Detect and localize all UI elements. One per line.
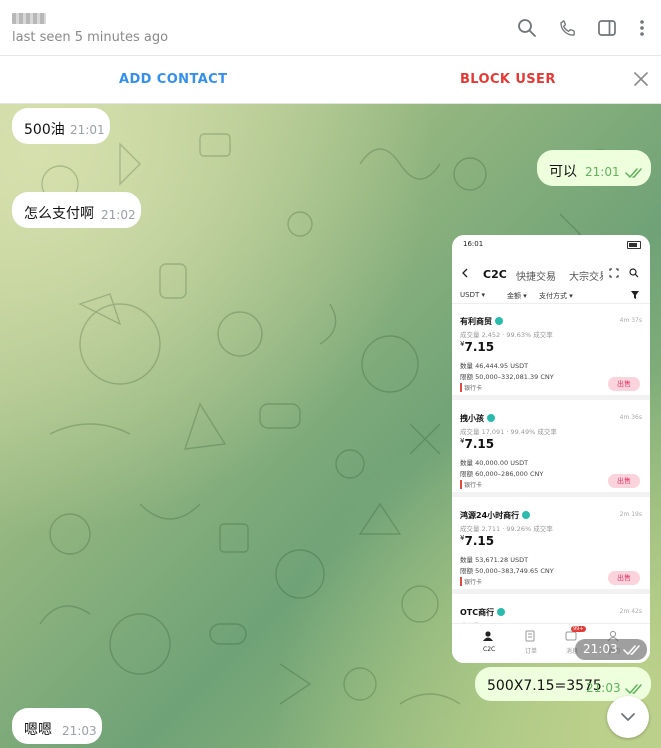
message-time: 21:02 (101, 208, 136, 222)
tab-bulk-trade[interactable]: 大宗交易 (569, 268, 603, 283)
contact-action-bar: ADD CONTACT BLOCK USER (0, 56, 661, 104)
search-icon[interactable] (515, 16, 539, 40)
merchant-stats: 成交量 2,711 · 99.26% 成交率 (460, 525, 553, 533)
offer-card[interactable]: 鸿源24小时商行 2m 19s 成交量 2,711 · 99.26% 成交率 ¥… (452, 499, 650, 594)
scroll-to-bottom-button[interactable] (607, 696, 649, 738)
add-contact-button[interactable]: ADD CONTACT (119, 72, 227, 87)
message-bubble-incoming[interactable]: 嗯嗯 21:03 (12, 708, 102, 744)
merchant-name: 鸿源24小时商行 (460, 510, 531, 521)
offer-limit: 限额 60,000–286,000 CNY (460, 470, 544, 478)
more-vertical-icon[interactable] (630, 16, 654, 40)
message-time: 21:03 (586, 681, 621, 695)
message-bubble-incoming[interactable]: 怎么支付啊 21:02 (12, 192, 141, 228)
message-bubble-outgoing[interactable]: 可以 21:01 (537, 150, 651, 186)
tab-quick-trade[interactable]: 快捷交易 (516, 268, 556, 283)
message-text: 可以 (549, 164, 577, 180)
message-time: 21:03 (62, 724, 97, 738)
verified-icon (522, 511, 531, 519)
offer-quantity: 数量 46,444.95 USDT (460, 362, 529, 370)
merchant-name: 有利商贸 (460, 316, 503, 327)
offer-card[interactable]: 拽小孩 4m 36s 成交量 17,091 · 99.49% 成交率 ¥7.15… (452, 402, 650, 497)
search-icon[interactable] (629, 268, 639, 278)
message-text: 嗯嗯 (24, 722, 52, 738)
phone-icon[interactable] (556, 16, 580, 40)
chat-header: last seen 5 minutes ago (0, 0, 661, 56)
unread-badge: 99+ (571, 626, 586, 632)
payment-method: 银行卡 (460, 577, 482, 586)
message-time: 21:01 (585, 165, 620, 179)
user-icon[interactable] (482, 630, 494, 642)
contact-name-blurred[interactable] (12, 13, 46, 24)
sidebar-toggle-icon[interactable] (595, 16, 619, 40)
bottom-tab-orders[interactable]: 订单 (525, 646, 537, 655)
battery-icon (627, 241, 641, 249)
payment-method: 银行卡 (460, 480, 482, 489)
sell-button[interactable]: 出售 (608, 474, 640, 488)
merchant-name: OTC商行 (460, 607, 506, 618)
offer-price: ¥7.15 (460, 534, 495, 548)
filter-currency[interactable]: USDT ▾ (460, 291, 485, 299)
chevron-down-icon (621, 713, 635, 721)
message-text: 500油 (24, 122, 65, 138)
bottom-tab-c2c[interactable]: C2C (483, 646, 495, 653)
double-check-icon (625, 168, 642, 178)
verified-icon (497, 608, 506, 616)
photo-time: 21:03 (583, 642, 618, 656)
tab-c2c[interactable]: C2C (483, 268, 507, 281)
photo-message[interactable]: 16:01 C2C 快捷交易 大宗交易 USDT ▾ 金额 ▾ 支付方式 ▾ 有… (452, 235, 650, 663)
offer-time: 4m 36s (619, 414, 642, 421)
merchant-stats: 成交量 2,452 · 99.63% 成交率 (460, 331, 553, 339)
merchant-name: 拽小孩 (460, 413, 495, 424)
phone-top-nav: C2C 快捷交易 大宗交易 (452, 261, 650, 283)
offer-time: 4m 37s (619, 317, 642, 324)
scan-icon[interactable] (609, 268, 619, 278)
verified-icon (495, 317, 503, 325)
double-check-icon (623, 645, 640, 655)
photo-time-chip: 21:03 (575, 639, 647, 660)
block-user-button[interactable]: BLOCK USER (460, 72, 556, 87)
merchant-stats: 成交量 17,091 · 99.49% 成交率 (460, 428, 557, 436)
message-text: 500X7.15=3575 (487, 678, 602, 694)
offer-card[interactable]: 有利商贸 4m 37s 成交量 2,452 · 99.63% 成交率 ¥7.15… (452, 305, 650, 400)
message-text: 怎么支付啊 (24, 206, 94, 222)
double-check-icon (625, 684, 642, 694)
sell-button[interactable]: 出售 (608, 571, 640, 585)
message-time: 21:01 (70, 123, 105, 137)
phone-filter-row: USDT ▾ 金额 ▾ 支付方式 ▾ (452, 287, 650, 304)
sell-button[interactable]: 出售 (608, 377, 640, 391)
phone-status-time: 16:01 (463, 240, 484, 248)
offer-price: ¥7.15 (460, 340, 495, 354)
offer-limit: 限额 50,000–383,749.65 CNY (460, 567, 554, 575)
offer-time: 2m 42s (619, 608, 642, 615)
filter-amount[interactable]: 金额 ▾ (507, 291, 527, 301)
back-arrow-icon[interactable] (460, 268, 470, 278)
offer-limit: 限额 50,000–332,081.39 CNY (460, 373, 554, 381)
message-bubble-incoming[interactable]: 500油 21:01 (12, 108, 110, 144)
payment-method: 银行卡 (460, 383, 482, 392)
orders-icon[interactable] (524, 630, 536, 642)
close-icon[interactable] (631, 69, 651, 89)
offer-quantity: 数量 53,671.28 USDT (460, 556, 529, 564)
offer-price: ¥7.15 (460, 437, 495, 451)
verified-icon (487, 414, 495, 422)
filter-icon[interactable] (631, 291, 639, 299)
last-seen-status: last seen 5 minutes ago (12, 30, 169, 45)
filter-payment[interactable]: 支付方式 ▾ (539, 291, 573, 301)
offer-time: 2m 19s (619, 511, 642, 518)
offer-quantity: 数量 40,000.00 USDT (460, 459, 529, 467)
